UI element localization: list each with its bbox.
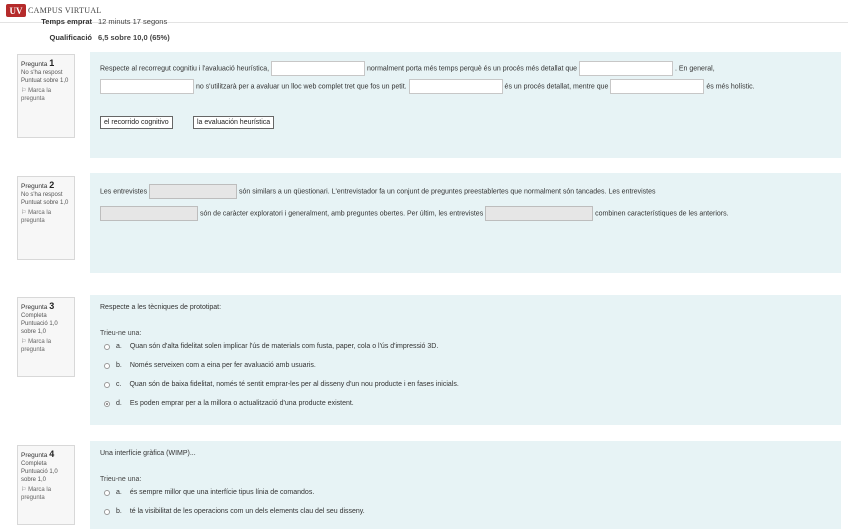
radio-button[interactable]: [104, 343, 110, 350]
question-score: Puntuat sobre 1,0: [21, 78, 69, 84]
question-number: Pregunta 1: [21, 58, 55, 69]
option-b[interactable]: b. té la visibilitat de les operacions c…: [104, 508, 365, 515]
drop-zone-5[interactable]: [610, 79, 705, 94]
question-number: Pregunta 2: [21, 180, 55, 191]
question-text: Respecte a les tècniques de prototipat:: [100, 304, 222, 311]
flag-question[interactable]: ⚐ Marca la pregunta: [21, 209, 71, 225]
drag-item-evaluacion-heuristica[interactable]: la evaluación heurística: [193, 116, 275, 129]
question-1-info: Pregunta 1 No s'ha respost Puntuat sobre…: [17, 54, 75, 138]
flag-icon: ⚐: [21, 88, 27, 94]
flag-question[interactable]: ⚐ Marca la pregunta: [21, 87, 71, 103]
drop-zone-2[interactable]: [100, 206, 198, 221]
question-score: Puntuació 1,0 sobre 1,0: [21, 469, 58, 483]
option-a[interactable]: a. és sempre millor que una interfície t…: [104, 489, 314, 496]
drop-zone-2[interactable]: [579, 61, 674, 76]
flag-question[interactable]: ⚐ Marca la pregunta: [21, 486, 71, 502]
time-label: Temps emprat: [41, 17, 92, 26]
question-status: Completa: [21, 313, 47, 319]
question-3-info: Pregunta 3 Completa Puntuació 1,0 sobre …: [17, 297, 75, 377]
drop-zone-1[interactable]: [271, 61, 365, 76]
drop-zone-3[interactable]: [100, 79, 194, 94]
q2-line-1: Les entrevistes són similars a un qüesti…: [100, 184, 656, 199]
q1-line-2: no s'utilitzarà per a avaluar un lloc we…: [100, 79, 755, 94]
flag-icon: ⚐: [21, 339, 27, 345]
radio-button[interactable]: [104, 508, 110, 515]
drag-item-recorrido-cognitivo[interactable]: el recorrido cognitivo: [100, 116, 173, 129]
option-b[interactable]: b. Només serveixen com a eina per fer av…: [104, 362, 316, 369]
time-value: 12 minuts 17 segons: [98, 17, 168, 26]
question-2-info: Pregunta 2 No s'ha respost Puntuat sobre…: [17, 176, 75, 260]
radio-button[interactable]: [104, 489, 110, 496]
question-2-content: Les entrevistes són similars a un qüesti…: [90, 173, 841, 273]
drop-zone-1[interactable]: [149, 184, 238, 199]
option-a[interactable]: a. Quan són d'alta fidelitat solen impli…: [104, 343, 438, 350]
grade-label: Qualificació: [49, 33, 92, 42]
drop-zone-4[interactable]: [408, 79, 503, 94]
question-score: Puntuat sobre 1,0: [21, 200, 69, 206]
question-status: No s'ha respost: [21, 70, 63, 76]
question-status: Completa: [21, 461, 47, 467]
question-score: Puntuació 1,0 sobre 1,0: [21, 321, 58, 335]
radio-button[interactable]: [104, 362, 110, 369]
question-number: Pregunta 3: [21, 301, 55, 312]
grade-value: 6,5 sobre 10,0 (65%): [98, 33, 170, 42]
question-4-info: Pregunta 4 Completa Puntuació 1,0 sobre …: [17, 445, 75, 525]
option-d[interactable]: d. Es poden emprar per a la millora o ac…: [104, 400, 354, 407]
choose-one-prompt: Trieu-ne una:: [100, 476, 142, 483]
attempt-summary: Temps emprat 12 minuts 17 segons Qualifi…: [0, 14, 848, 44]
question-number: Pregunta 4: [21, 449, 55, 460]
grade-row: Qualificació 6,5 sobre 10,0 (65%): [0, 33, 170, 42]
radio-button-selected[interactable]: [104, 400, 110, 407]
question-3-content: Respecte a les tècniques de prototipat: …: [90, 295, 841, 425]
question-1-content: Respecte al recorregut cognitiu i l'aval…: [90, 52, 841, 158]
choose-one-prompt: Trieu-ne una:: [100, 330, 142, 337]
flag-icon: ⚐: [21, 210, 27, 216]
option-c[interactable]: c. Quan són de baixa fidelitat, només té…: [104, 381, 459, 388]
time-row: Temps emprat 12 minuts 17 segons: [0, 17, 167, 26]
q2-line-2: són de caràcter exploratori i generalmen…: [100, 206, 729, 221]
question-status: No s'ha respost: [21, 192, 63, 198]
flag-question[interactable]: ⚐ Marca la pregunta: [21, 338, 71, 354]
question-4-content: Una interfície gràfica (WIMP)... Trieu-n…: [90, 441, 841, 529]
flag-icon: ⚐: [21, 487, 27, 493]
radio-button[interactable]: [104, 381, 110, 388]
q1-line-1: Respecte al recorregut cognitiu i l'aval…: [100, 61, 715, 76]
drop-zone-3[interactable]: [485, 206, 594, 221]
question-text: Una interfície gràfica (WIMP)...: [100, 450, 196, 457]
